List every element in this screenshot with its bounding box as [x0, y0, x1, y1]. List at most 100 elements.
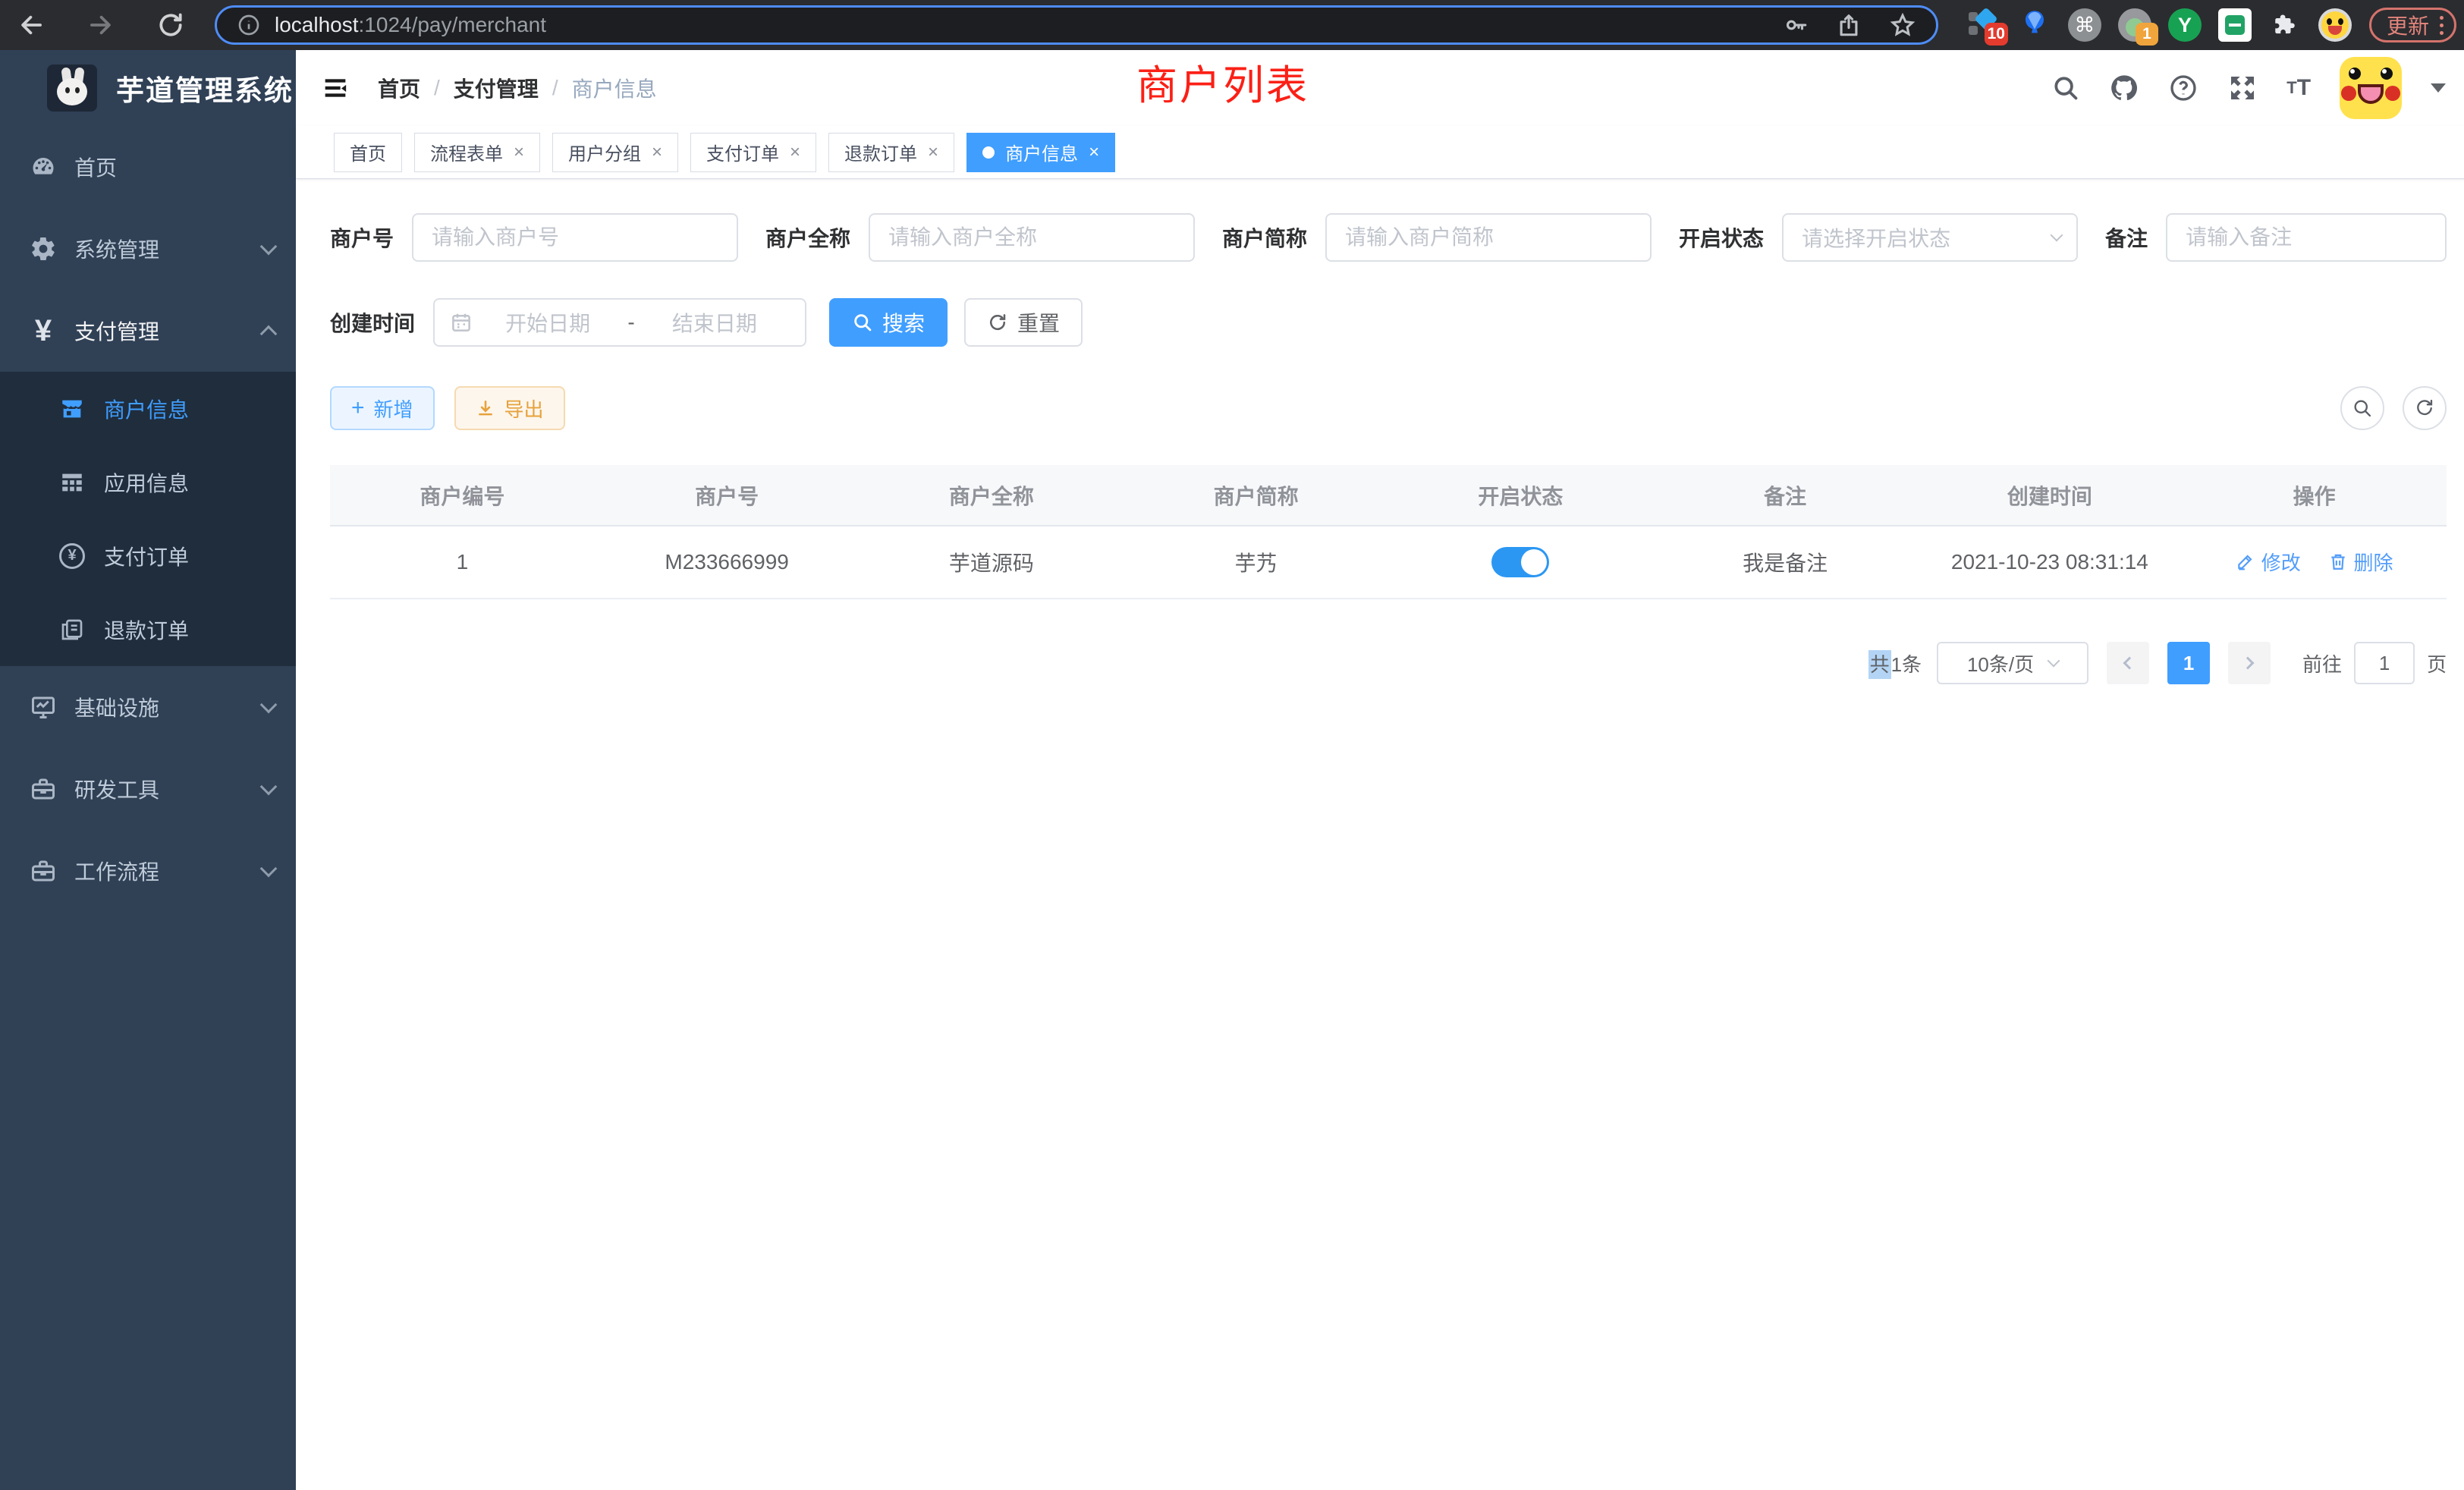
column-header: 开启状态 [1388, 465, 1653, 526]
url-text: localhost:1024/pay/merchant [275, 13, 1755, 37]
url-bar[interactable]: localhost:1024/pay/merchant [215, 5, 1938, 45]
short-name-input[interactable] [1325, 213, 1652, 262]
column-header: 操作 [2182, 465, 2447, 526]
date-range-picker[interactable]: 开始日期 - 结束日期 [433, 298, 806, 347]
close-icon[interactable]: × [790, 142, 800, 163]
extension-status-icon[interactable]: 1 [2117, 8, 2152, 42]
cell-merchant-id: 1 [330, 526, 595, 599]
prev-page-button[interactable] [2107, 642, 2149, 684]
top-navbar: 首页 / 支付管理 / 商户信息 TT [296, 50, 2464, 126]
sidebar-item-dev-tools[interactable]: 研发工具 [0, 748, 296, 830]
tab-pay-order[interactable]: 支付订单× [690, 133, 816, 172]
help-icon[interactable] [2168, 73, 2198, 103]
fullscreen-icon[interactable] [2227, 73, 2258, 103]
extensions-puzzle-icon[interactable] [2268, 8, 2302, 42]
calendar-icon [450, 311, 473, 334]
page-number-button[interactable]: 1 [2167, 642, 2210, 684]
full-name-input[interactable] [869, 213, 1195, 262]
annotation-text: 商户列表 [1136, 52, 1309, 112]
table-icon [55, 470, 89, 495]
add-button[interactable]: + 新增 [330, 386, 435, 430]
browser-forward-icon[interactable] [85, 10, 115, 40]
trash-icon [2328, 552, 2348, 571]
toggle-search-button[interactable] [2340, 386, 2384, 430]
cell-actions: 修改 删除 [2182, 526, 2447, 599]
search-button[interactable]: 搜索 [829, 298, 948, 347]
breadcrumb-home[interactable]: 首页 [378, 73, 420, 103]
column-header: 商户号 [595, 465, 860, 526]
tab-home[interactable]: 首页 [334, 133, 402, 172]
browser-back-icon[interactable] [17, 10, 47, 40]
browser-update-button[interactable]: 更新 [2369, 8, 2456, 42]
download-icon [476, 398, 495, 418]
status-toggle[interactable] [1491, 547, 1549, 577]
next-page-button[interactable] [2228, 642, 2271, 684]
sidebar-item-pay-order[interactable]: ¥ 支付订单 [0, 519, 296, 593]
sidebar-item-infrastructure[interactable]: 基础设施 [0, 666, 296, 748]
browser-extensions: 10 ⌘ 1 Y [1952, 0, 2456, 50]
active-dot [982, 146, 995, 159]
tab-refund-order[interactable]: 退款订单× [828, 133, 954, 172]
export-button[interactable]: 导出 [454, 386, 565, 430]
sidebar-item-merchant-info[interactable]: 商户信息 [0, 372, 296, 445]
sidebar-toggle-icon[interactable] [319, 71, 352, 105]
status-select[interactable]: 请选择开启状态 [1782, 213, 2078, 262]
sidebar-item-system[interactable]: 系统管理 [0, 208, 296, 290]
monitor-icon [25, 693, 61, 721]
page-size-select[interactable]: 10条/页 [1937, 642, 2088, 684]
github-icon[interactable] [2109, 73, 2139, 103]
breadcrumb-payment[interactable]: 支付管理 [454, 73, 539, 103]
edit-link[interactable]: 修改 [2236, 548, 2301, 576]
extension-blue-diamond-icon[interactable]: 10 [1967, 8, 2002, 42]
briefcase-icon [25, 857, 61, 885]
info-icon[interactable] [237, 13, 261, 37]
bookmark-star-icon[interactable] [1889, 11, 1916, 39]
browser-reload-icon[interactable] [156, 10, 186, 40]
pagination-total: 共1条 [1868, 649, 1922, 677]
cell-short-name: 芋艿 [1124, 526, 1388, 599]
pagination: 共1条 10条/页 1 前往 页 [330, 642, 2447, 684]
sidebar-item-workflow[interactable]: 工作流程 [0, 830, 296, 912]
close-icon[interactable]: × [652, 142, 662, 163]
page-unit-label: 页 [2427, 649, 2447, 677]
extension-y-icon[interactable]: Y [2167, 8, 2202, 42]
extension-command-icon[interactable]: ⌘ [2067, 8, 2102, 42]
navbar-actions: TT [2051, 50, 2446, 126]
extension-balloon-icon[interactable] [2017, 8, 2052, 42]
sidebar-item-refund-order[interactable]: 退款订单 [0, 593, 296, 666]
refresh-button[interactable] [2403, 386, 2447, 430]
cell-create-time: 2021-10-23 08:31:14 [1918, 526, 2183, 599]
chevron-down-icon [260, 778, 278, 796]
sidebar-item-payment[interactable]: ¥ 支付管理 [0, 290, 296, 372]
chevron-down-icon [260, 696, 278, 714]
close-icon[interactable]: × [928, 142, 938, 163]
browser-menu-icon[interactable] [2440, 16, 2444, 35]
close-icon[interactable]: × [514, 142, 524, 163]
store-icon [55, 396, 89, 422]
logo-image [47, 64, 97, 112]
sidebar-item-home[interactable]: 首页 [0, 126, 296, 208]
tab-user-group[interactable]: 用户分组× [552, 133, 678, 172]
extension-green-doc-icon[interactable] [2217, 8, 2252, 42]
delete-link[interactable]: 删除 [2328, 548, 2393, 576]
tab-process-form[interactable]: 流程表单× [414, 133, 540, 172]
avatar-dropdown-icon[interactable] [2431, 83, 2446, 93]
profile-avatar-icon[interactable] [2318, 8, 2352, 42]
close-icon[interactable]: × [1089, 142, 1099, 163]
sidebar-item-app-info[interactable]: 应用信息 [0, 445, 296, 519]
password-key-icon[interactable] [1783, 12, 1809, 38]
app-logo[interactable]: 芋道管理系统 [0, 50, 296, 126]
reset-button[interactable]: 重置 [964, 298, 1083, 347]
font-size-icon[interactable]: TT [2286, 75, 2311, 101]
remark-input[interactable] [2166, 213, 2447, 262]
goto-page-input[interactable] [2354, 642, 2415, 684]
search-icon[interactable] [2051, 74, 2080, 102]
tab-merchant-info[interactable]: 商户信息× [966, 133, 1115, 172]
table-toolbar: + 新增 导出 [330, 386, 2447, 430]
merchant-no-input[interactable] [412, 213, 738, 262]
column-header: 商户简称 [1124, 465, 1388, 526]
sidebar: 芋道管理系统 首页 系统管理 ¥ 支付管理 商户信息 [0, 50, 296, 1490]
share-icon[interactable] [1836, 12, 1862, 38]
yen-icon: ¥ [25, 314, 61, 348]
user-avatar[interactable] [2340, 57, 2402, 119]
